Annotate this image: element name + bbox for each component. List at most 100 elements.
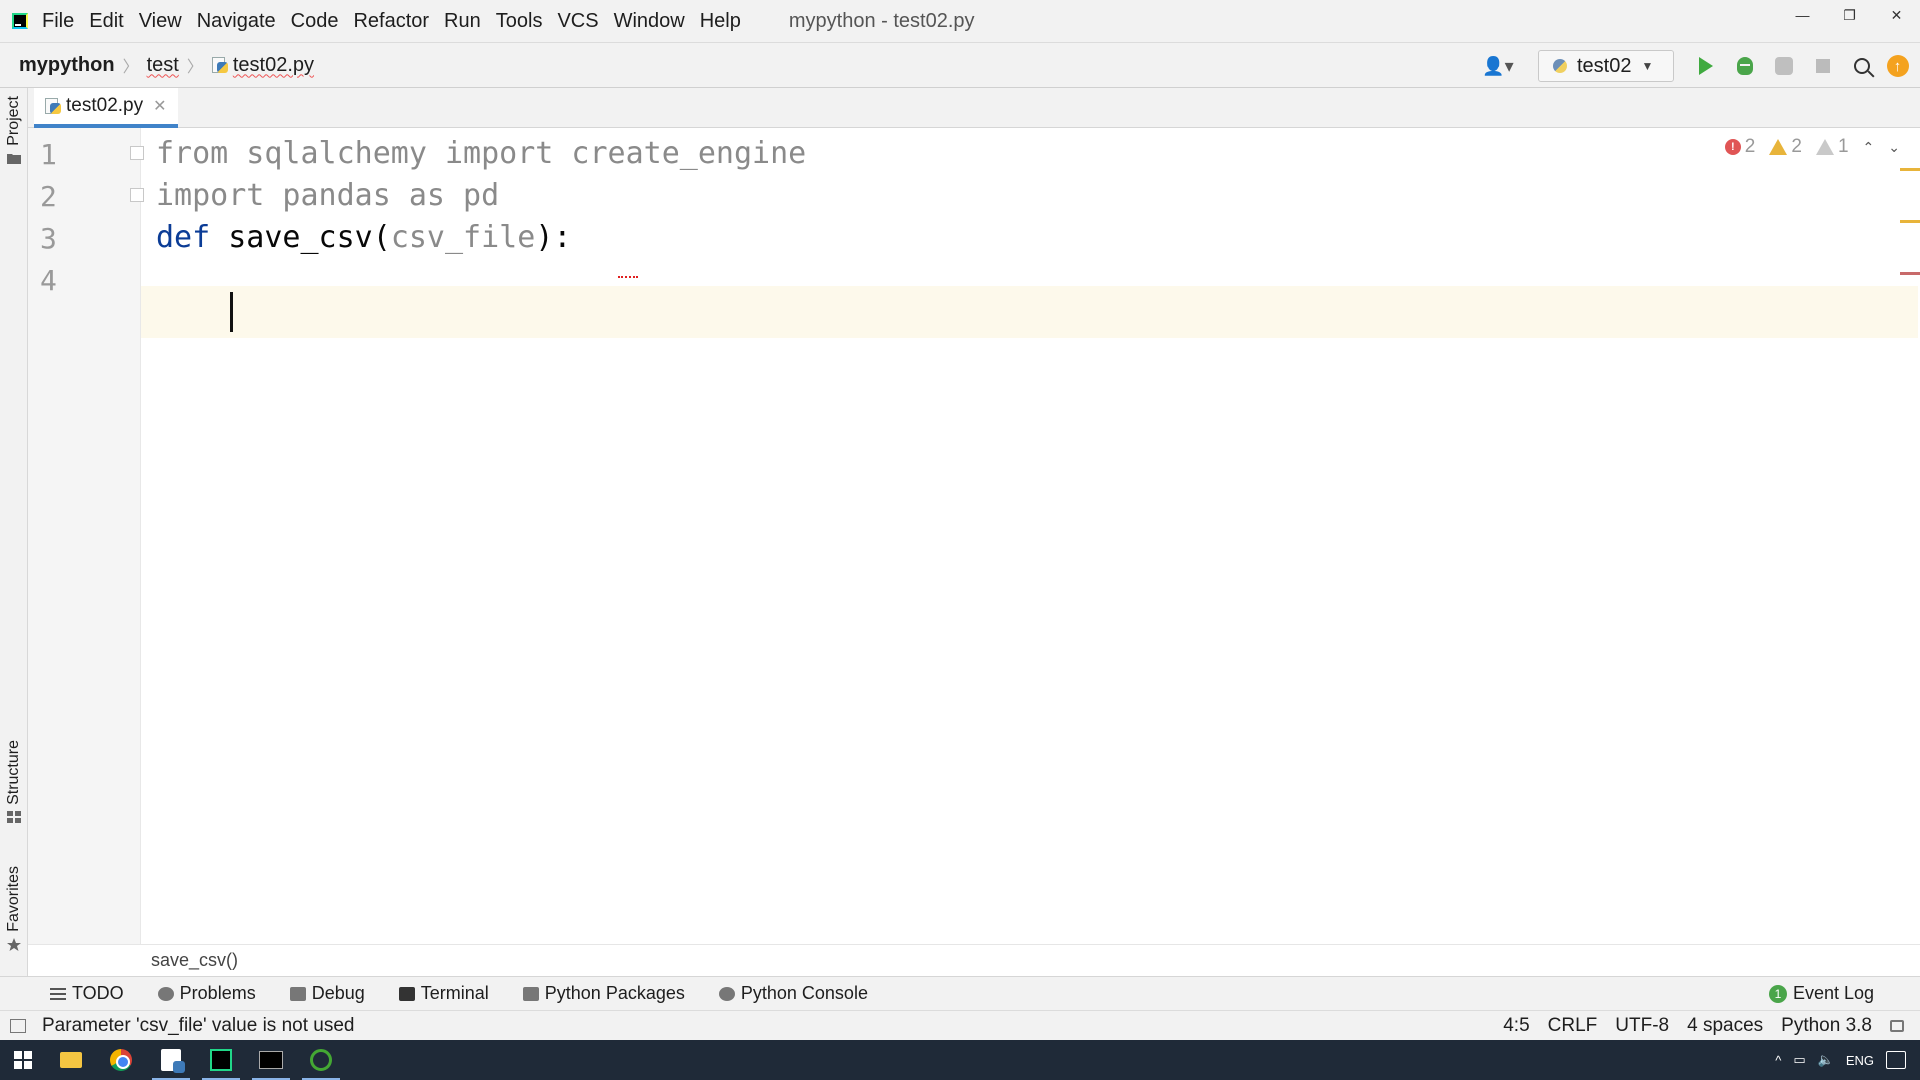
menu-edit[interactable]: Edit — [89, 10, 123, 33]
tab-project[interactable]: Project — [0, 96, 28, 164]
fold-marker-icon[interactable] — [130, 188, 144, 202]
run-config-selector[interactable]: test02 ▼ — [1538, 50, 1674, 82]
breadcrumb-folder[interactable]: test — [147, 54, 179, 77]
warning-stripe-marker[interactable] — [1900, 168, 1920, 171]
taskbar-notepad[interactable] — [146, 1040, 196, 1080]
os-taskbar: ^ ▭ 🔈 ENG — [0, 1040, 1920, 1080]
lock-icon[interactable] — [1890, 1019, 1904, 1032]
weak-warning-count[interactable]: 1 — [1815, 136, 1849, 158]
function-name: save_csv( — [210, 220, 391, 255]
menu-tools[interactable]: Tools — [496, 10, 543, 33]
status-widgets: 4:5 CRLF UTF-8 4 spaces Python 3.8 — [1503, 1015, 1904, 1037]
terminal-icon — [259, 1051, 283, 1069]
tab-favorites[interactable]: Favorites — [0, 866, 28, 952]
restore-button[interactable]: ❐ — [1826, 0, 1873, 30]
close-window-button[interactable]: ✕ — [1873, 0, 1920, 30]
line-number: 3 — [40, 222, 57, 255]
search-button[interactable] — [1842, 50, 1881, 82]
tool-event-log-label: Event Log — [1792, 983, 1874, 1003]
editor-tab-label: test02.py — [66, 95, 144, 116]
coverage-button[interactable] — [1764, 50, 1803, 82]
debug-button[interactable] — [1725, 50, 1764, 82]
menu-file[interactable]: File — [42, 10, 74, 33]
indent-setting[interactable]: 4 spaces — [1687, 1015, 1763, 1037]
toggle-tool-windows-icon[interactable] — [10, 1018, 26, 1033]
parameter-name: csv_file — [390, 220, 536, 255]
line-number: 1 — [40, 138, 57, 171]
layers-icon — [522, 986, 539, 1001]
inspection-widget[interactable]: ! 2 2 1 ⌃ ⌄ — [1724, 136, 1900, 158]
menu-window[interactable]: Window — [614, 10, 685, 33]
menu-run[interactable]: Run — [444, 10, 481, 33]
line-number: 4 — [40, 264, 57, 297]
file-encoding[interactable]: UTF-8 — [1615, 1015, 1669, 1037]
menu-vcs[interactable]: VCS — [557, 10, 598, 33]
notification-center-icon[interactable] — [1886, 1051, 1906, 1069]
notepad-icon — [161, 1049, 185, 1073]
editor-gutter: 1 2 3 4 — [28, 128, 144, 944]
error-stripe-marker[interactable] — [1900, 272, 1920, 275]
error-squiggle — [618, 274, 638, 278]
folder-icon — [7, 153, 21, 164]
warning-count-label: 2 — [1791, 136, 1802, 157]
update-button[interactable]: ↑ — [1881, 50, 1920, 82]
line-separator[interactable]: CRLF — [1548, 1015, 1598, 1037]
previous-problem-icon[interactable]: ⌃ — [1863, 139, 1875, 156]
warning-icon — [1769, 139, 1788, 155]
tool-python-console[interactable]: Python Console — [718, 983, 868, 1004]
volume-icon[interactable]: 🔈 — [1818, 1052, 1834, 1068]
taskbar-file-explorer[interactable] — [46, 1040, 96, 1080]
fold-marker-icon[interactable] — [130, 146, 144, 160]
breadcrumb-file[interactable]: test02.py — [211, 54, 314, 77]
tab-favorites-label: Favorites — [5, 866, 22, 932]
menu-bar: File Edit View Navigate Code Refactor Ru… — [0, 0, 1920, 42]
tool-event-log[interactable]: 1 Event Log — [1768, 983, 1874, 1004]
star-icon — [7, 937, 21, 951]
error-icon: ! — [1724, 139, 1741, 155]
warning-count[interactable]: 2 — [1769, 136, 1802, 158]
tool-problems[interactable]: Problems — [157, 983, 256, 1004]
keyword-def: def — [156, 220, 211, 255]
current-line-highlight — [141, 286, 1918, 338]
user-account-icon[interactable]: 👤▾ — [1478, 52, 1518, 80]
menu-view[interactable]: View — [139, 10, 182, 33]
weak-warning-count-label: 1 — [1837, 136, 1849, 157]
run-button[interactable] — [1686, 50, 1725, 82]
taskbar-anaconda[interactable] — [296, 1040, 346, 1080]
python-interpreter[interactable]: Python 3.8 — [1781, 1015, 1872, 1037]
function-breadcrumb-label[interactable]: save_csv() — [151, 950, 238, 971]
start-button[interactable] — [0, 1040, 46, 1080]
menu-help[interactable]: Help — [700, 10, 741, 33]
menu-navigate[interactable]: Navigate — [197, 10, 276, 33]
code-editor[interactable]: 1 2 3 4 from sqlalchemy import create_en… — [28, 128, 1920, 944]
anaconda-icon — [310, 1049, 332, 1071]
tool-todo[interactable]: TODO — [50, 983, 124, 1004]
next-problem-icon[interactable]: ⌄ — [1888, 139, 1900, 156]
tool-python-packages[interactable]: Python Packages — [522, 983, 685, 1004]
taskbar-chrome[interactable] — [96, 1040, 146, 1080]
input-language[interactable]: ENG — [1846, 1053, 1874, 1068]
menu-code[interactable]: Code — [291, 10, 339, 33]
tool-debug[interactable]: Debug — [289, 983, 365, 1004]
problems-icon — [157, 986, 174, 1001]
play-icon — [1698, 57, 1713, 75]
editor-tab-test02[interactable]: test02.py ✕ — [34, 88, 178, 128]
show-hidden-icons[interactable]: ^ — [1775, 1053, 1781, 1068]
windows-logo-icon — [14, 1051, 32, 1069]
network-icon[interactable]: ▭ — [1793, 1052, 1805, 1068]
code-line-3: def save_csv(csv_file): — [156, 220, 571, 255]
minimize-button[interactable]: — — [1779, 0, 1826, 30]
stop-button[interactable] — [1803, 50, 1842, 82]
text-caret — [230, 292, 233, 332]
taskbar-pycharm[interactable] — [196, 1040, 246, 1080]
warning-stripe-marker[interactable] — [1900, 220, 1920, 223]
breadcrumb-project[interactable]: mypython — [19, 54, 115, 77]
close-tab-icon[interactable]: ✕ — [153, 96, 166, 116]
menu-refactor[interactable]: Refactor — [353, 10, 429, 33]
tab-structure[interactable]: Structure — [0, 740, 28, 823]
error-count[interactable]: ! 2 — [1724, 136, 1755, 158]
caret-position[interactable]: 4:5 — [1503, 1015, 1529, 1037]
left-tool-stripe: Project Structure Favorites — [0, 88, 28, 976]
taskbar-terminal[interactable] — [246, 1040, 296, 1080]
tool-terminal[interactable]: Terminal — [398, 983, 489, 1004]
